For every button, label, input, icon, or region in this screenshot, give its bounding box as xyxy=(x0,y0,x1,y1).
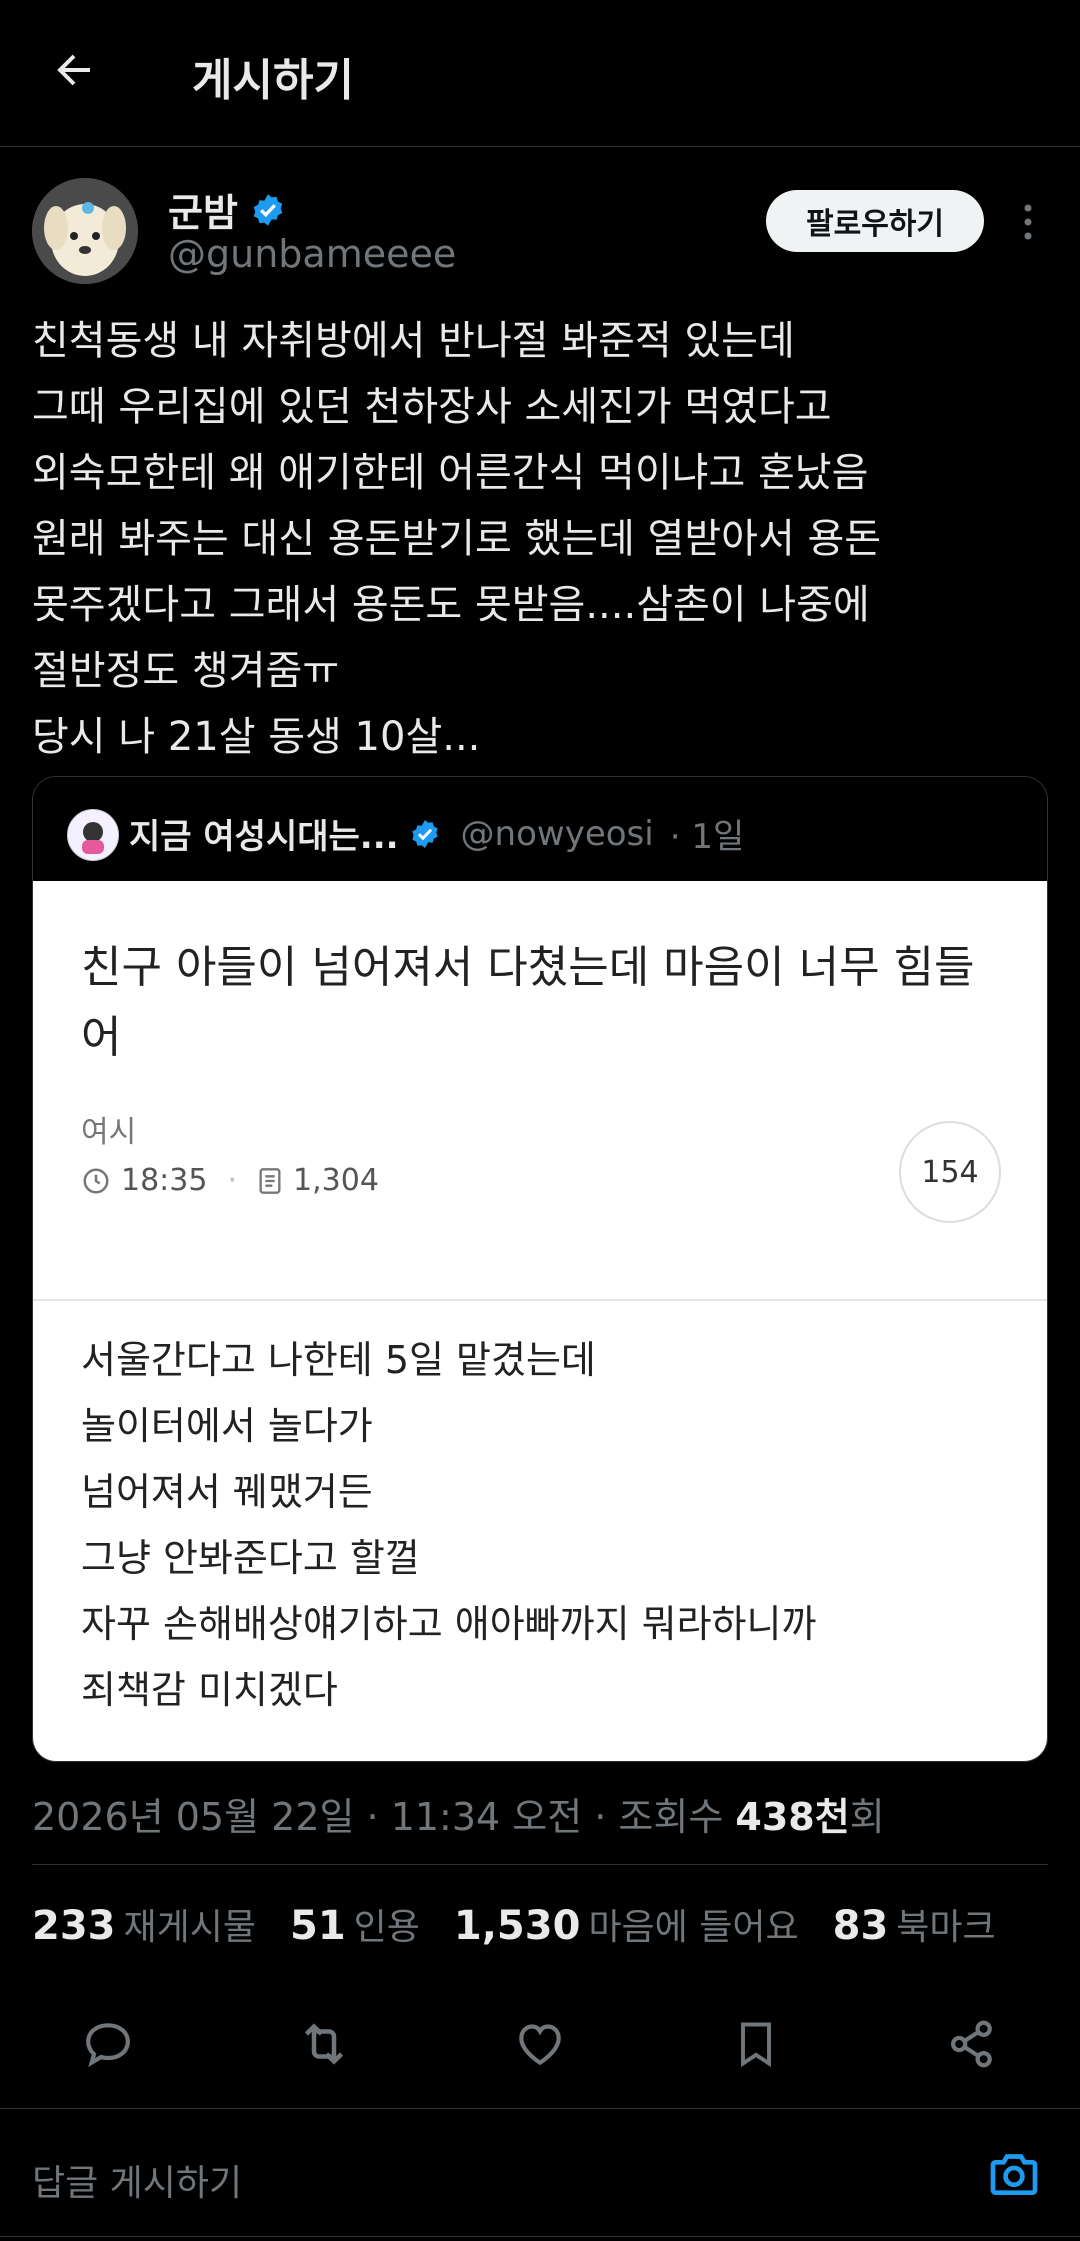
post-body-line: 그냥 안봐준다고 할껄 xyxy=(81,1536,420,1580)
post-body: 서울간다고 나한테 5일 맡겼는데 놀이터에서 놀다가 넘어져서 꿰맸거든 그냥… xyxy=(81,1327,816,1723)
follow-button[interactable]: 팔로우하기 xyxy=(766,190,984,252)
tweet-line: 그때 우리집에 있던 천하장사 소세진가 먹였다고 xyxy=(32,384,832,430)
quotes-stat[interactable]: 51 인용 xyxy=(290,1898,420,1950)
author-name-row[interactable]: 군밤 xyxy=(168,182,286,237)
page-title: 게시하기 xyxy=(192,55,354,106)
back-arrow-icon[interactable] xyxy=(44,40,104,100)
camera-icon[interactable] xyxy=(986,2146,1046,2206)
reply-icon[interactable] xyxy=(78,2014,138,2074)
quoted-time: · 1일 xyxy=(669,817,745,857)
post-body-line: 자꾸 손해배상얘기하고 애아빠까지 뭐라하니까 xyxy=(81,1602,817,1646)
view-count: 438천 xyxy=(735,1795,850,1839)
post-body-line: 서울간다고 나한테 5일 맡겼는데 xyxy=(81,1338,596,1382)
divider xyxy=(0,2108,1080,2109)
bookmark-icon[interactable] xyxy=(726,2014,786,2074)
tweet-line: 절반정도 챙겨줌ㅠ xyxy=(32,648,340,694)
post-body-line: 넘어져서 꿰맸거든 xyxy=(81,1470,373,1514)
tweet-text: 친척동생 내 자취방에서 반나절 봐준적 있는데 그때 우리집에 있던 천하장사… xyxy=(32,308,1052,770)
clock-icon xyxy=(83,1168,109,1193)
divider xyxy=(33,1299,1047,1301)
post-views: 1,304 xyxy=(293,1163,379,1198)
post-body-line: 놀이터에서 놀다가 xyxy=(81,1404,373,1448)
repost-icon[interactable] xyxy=(294,2014,354,2074)
quoted-avatar xyxy=(67,809,119,861)
divider xyxy=(0,2236,1080,2237)
document-icon xyxy=(259,1167,281,1194)
tweet-line: 친척동생 내 자취방에서 반나절 봐준적 있는데 xyxy=(32,318,795,364)
quoted-author-name: 지금 여성시대는... xyxy=(129,817,399,857)
likes-stat[interactable]: 1,530 마음에 들어요 xyxy=(454,1898,799,1950)
engagement-stats: 233 재게시물 51 인용 1,530 마음에 들어요 83 북마크 xyxy=(32,1898,996,1950)
post-source: 여시 xyxy=(81,1115,137,1150)
verified-badge-icon xyxy=(253,193,283,226)
author-name[interactable]: 군밤 xyxy=(168,182,238,237)
reposts-stat[interactable]: 233 재게시물 xyxy=(32,1898,256,1950)
view-count-suffix: 회 xyxy=(849,1795,885,1839)
divider xyxy=(32,1864,1048,1865)
tweet-timestamp[interactable]: 2026년 05월 22일 · 11:34 오전 · 조회수 438천회 xyxy=(32,1786,885,1841)
comment-count-badge: 154 xyxy=(899,1121,1001,1223)
reply-input[interactable]: 답글 게시하기 xyxy=(32,2154,242,2206)
tweet-line: 외숙모한테 왜 애기한테 어른간식 먹이냐고 혼났음 xyxy=(32,450,869,496)
tweet-line: 못주겠다고 그래서 용돈도 못받음....삼촌이 나중에 xyxy=(32,582,870,628)
action-bar xyxy=(0,1996,1080,2096)
tweet-date: 2026년 05월 22일 · 11:34 오전 · 조회수 xyxy=(32,1795,736,1839)
verified-badge-icon xyxy=(411,819,438,848)
post-title: 친구 아들이 넘어져서 다쳤는데 마음이 너무 힘들어 xyxy=(81,942,975,1063)
tweet-line: 원래 봐주는 대신 용돈받기로 했는데 열받아서 용돈 xyxy=(32,516,882,562)
quoted-image-card: 친구 아들이 넘어져서 다쳤는데 마음이 너무 힘들어 여시 18:35 · 1… xyxy=(33,881,1047,1761)
quoted-tweet[interactable]: 지금 여성시대는... @nowyeosi · 1일 친구 아들이 넘어져서 다… xyxy=(32,776,1048,1762)
quoted-author-handle: @nowyeosi xyxy=(460,813,654,854)
share-icon[interactable] xyxy=(942,2014,1002,2074)
post-time: 18:35 xyxy=(121,1163,208,1198)
quoted-tweet-header: 지금 여성시대는... @nowyeosi · 1일 xyxy=(33,777,1047,881)
more-options-icon[interactable] xyxy=(1010,200,1046,244)
author-handle[interactable]: @gunbameeee xyxy=(168,232,456,276)
top-bar: 게시하기 xyxy=(0,0,1080,147)
tweet-line: 당시 나 21살 동생 10살... xyxy=(32,714,481,760)
author-avatar[interactable] xyxy=(32,178,138,284)
post-meta: 18:35 · 1,304 xyxy=(81,1163,379,1198)
like-heart-icon[interactable] xyxy=(510,2014,570,2074)
bookmarks-stat[interactable]: 83 북마크 xyxy=(833,1898,996,1950)
post-body-line: 죄책감 미치겠다 xyxy=(81,1668,338,1712)
